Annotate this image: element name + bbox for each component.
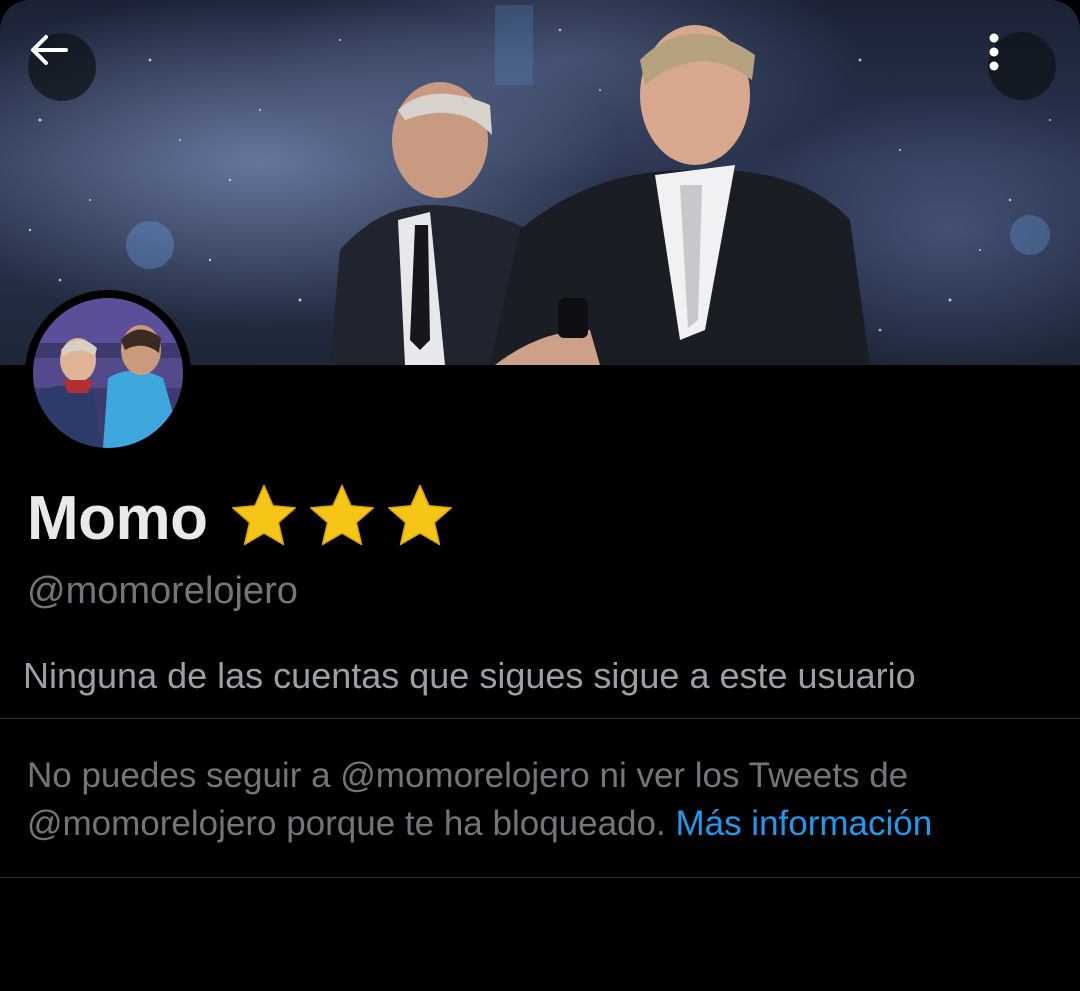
display-name-row: Momo — [27, 478, 456, 558]
star-emoji-icon — [228, 480, 300, 556]
star-emoji-icon — [384, 480, 456, 556]
blocked-notice: No puedes seguir a @momorelojero ni ver … — [27, 752, 1057, 848]
name-badges — [228, 480, 456, 556]
divider — [0, 718, 1080, 719]
profile-avatar[interactable] — [25, 290, 191, 456]
more-info-link[interactable]: Más información — [675, 804, 932, 843]
display-name: Momo — [27, 483, 208, 553]
back-button[interactable] — [28, 33, 96, 101]
divider — [0, 877, 1080, 878]
more-options-button[interactable] — [988, 32, 1056, 100]
user-handle: @momorelojero — [27, 570, 298, 612]
followers-you-know: Ninguna de las cuentas que sigues sigue … — [23, 655, 916, 696]
avatar-image — [33, 298, 183, 448]
star-emoji-icon — [306, 480, 378, 556]
